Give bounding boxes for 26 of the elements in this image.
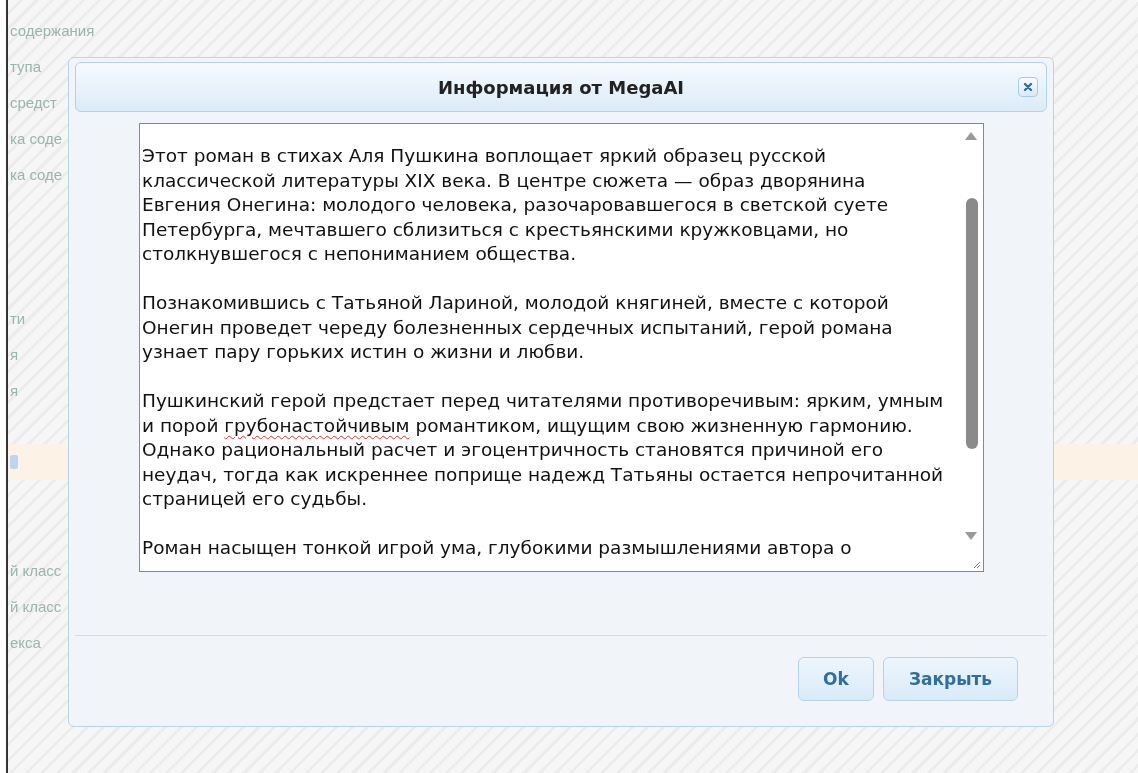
menu-item[interactable]: ка соде	[10, 165, 63, 183]
scrollbar-thumb[interactable]	[966, 198, 978, 449]
text-area[interactable]	[139, 123, 984, 572]
close-button[interactable]	[1018, 77, 1038, 97]
scroll-up-icon[interactable]	[965, 132, 977, 140]
dialog-title: Информация от MegaAI	[437, 76, 685, 98]
menu-item[interactable]: я	[10, 381, 19, 399]
close-icon	[1023, 82, 1033, 92]
resize-grip-icon[interactable]	[971, 559, 981, 569]
scroll-down-icon[interactable]	[965, 532, 977, 540]
paragraph: Пушкинский герой предстает перед читателями противоречивым: ярким, умным и порой грубонастойчивым романтиком, ищущим свою жизненную гармонию. Однако рациональный расчет и эгоцентричность становятся причиной его неудач, тогда как искреннее поприще надежд Татьяны остается непрочитанной страницей его судьбы.	[142, 389, 945, 511]
menu-item[interactable]: тупа	[10, 57, 41, 75]
menu-item[interactable]: содержания	[10, 21, 95, 39]
menu-item[interactable]: й класс	[10, 597, 62, 615]
ok-button[interactable]: Ok	[798, 657, 874, 701]
menu-item[interactable]: ка соде	[10, 129, 63, 147]
paragraph: Познакомившись с Татьяной Лариной, молодой княгиней, вместе с которой Онегин проведет череду болезненных сердечных испытаний, герой романа узнает пару горьких истин о жизни и любви.	[142, 291, 894, 364]
menu-item[interactable]: ти	[10, 309, 26, 327]
menu-item[interactable]: средст	[10, 93, 57, 111]
paragraph: Роман насыщен тонкой игрой ума, глубокими размышлениями автора о	[142, 536, 853, 560]
menu-item[interactable]: екса	[10, 633, 41, 651]
close-dialog-button[interactable]: Закрыть	[883, 657, 1018, 701]
paragraph: Этот роман в стихах Аля Пушкина воплощает яркий образец русской классической литературы XIX века. В центре сюжета — образ дворянина Евгения Онегина: молодого человека, разочаровавшегося в светской суете Петербурга, мечтавшего сблизиться с крестьянскими кружковцами, но столкнувшегося с непониманием общества.	[142, 144, 890, 266]
menu-item[interactable]: й класс	[10, 561, 62, 579]
info-icon	[10, 455, 18, 469]
menu-item[interactable]: я	[10, 345, 19, 363]
